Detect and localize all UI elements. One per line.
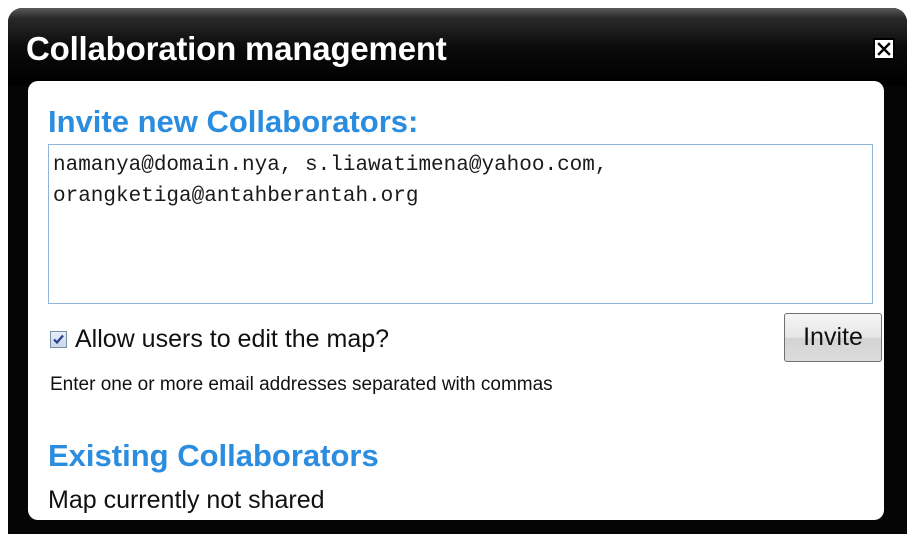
close-icon	[877, 42, 891, 56]
collaboration-dialog: Collaboration management Invite new Coll…	[8, 8, 907, 534]
title-bar[interactable]: Collaboration management	[8, 8, 907, 86]
share-status: Map currently not shared	[48, 486, 325, 514]
close-button[interactable]	[873, 38, 895, 60]
existing-collaborators-heading: Existing Collaborators	[48, 438, 379, 473]
invite-button[interactable]: Invite	[784, 313, 882, 362]
emails-input[interactable]	[48, 144, 873, 304]
email-hint: Enter one or more email addresses separa…	[50, 374, 553, 395]
dialog-content: Invite new Collaborators: Allow users to…	[28, 81, 884, 520]
allow-edit-checkbox[interactable]	[50, 330, 67, 348]
invite-heading: Invite new Collaborators:	[48, 104, 419, 139]
allow-edit-label[interactable]: Allow users to edit the map?	[75, 324, 389, 354]
allow-edit-row: Allow users to edit the map?	[50, 321, 389, 357]
dialog-title: Collaboration management	[26, 30, 447, 67]
checkmark-icon	[53, 334, 64, 344]
